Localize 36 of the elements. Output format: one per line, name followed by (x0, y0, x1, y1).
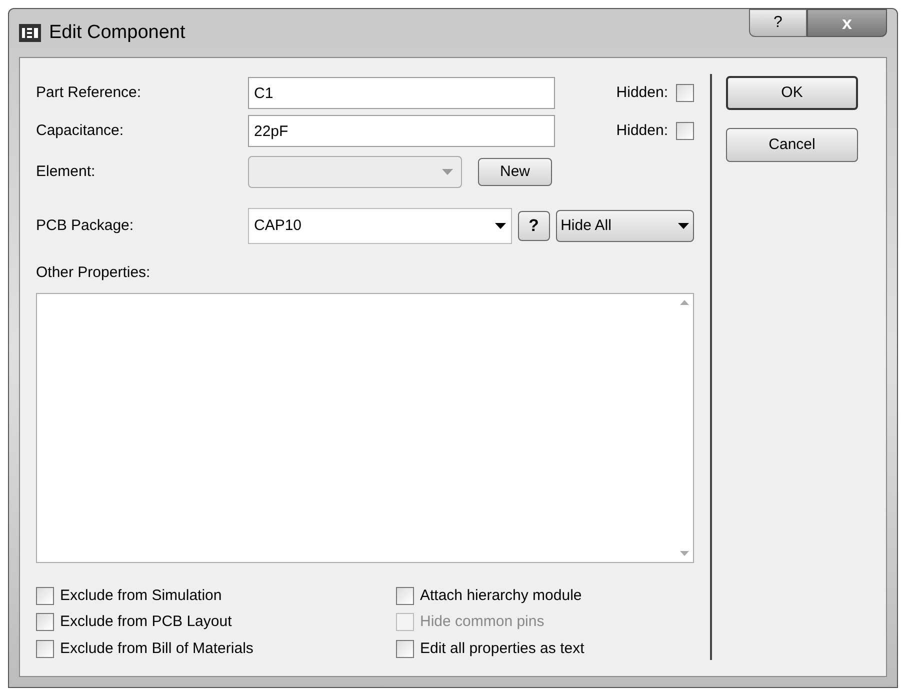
field-label: PCB Package: (36, 216, 135, 236)
hidden-label: Hidden: (616, 82, 668, 103)
other-properties-label: Other Properties: (36, 263, 150, 283)
checkbox-label: Exclude from Simulation (60, 586, 222, 606)
dropdown-value: CAP10 (254, 216, 302, 236)
checkbox[interactable] (396, 640, 414, 658)
visibility-dropdown[interactable]: Hide All (556, 210, 694, 242)
checkbox[interactable] (676, 84, 694, 102)
text-field[interactable]: C1 (248, 77, 555, 109)
cancel-button[interactable]: Cancel (726, 128, 858, 162)
help-button[interactable]: ? (749, 9, 807, 37)
ok-button[interactable]: OK (726, 76, 858, 110)
field-label: Capacitance: (36, 120, 125, 141)
checkbox-label: Attach hierarchy module (420, 586, 582, 606)
text-field[interactable]: 22pF (248, 115, 555, 147)
checkbox[interactable] (36, 640, 54, 658)
help-button[interactable]: ? (518, 211, 550, 241)
scroll-down-icon[interactable] (680, 550, 688, 556)
checkbox[interactable] (676, 122, 694, 140)
checkbox-label: Exclude from Bill of Materials (60, 638, 254, 658)
hidden-label: Hidden: (616, 120, 668, 141)
checkbox-label: Exclude from PCB Layout (60, 612, 232, 632)
scroll-up-icon[interactable] (680, 300, 688, 304)
window-title: Edit Component (49, 20, 186, 45)
package-dropdown[interactable]: CAP10 (248, 208, 512, 244)
app-logo-icon (19, 24, 41, 42)
checkbox-label: Edit all properties as text (420, 638, 584, 658)
dropdown-arrow-icon (678, 223, 689, 229)
field-label: Part Reference: (36, 82, 142, 103)
checkbox[interactable] (36, 613, 54, 632)
dropdown-arrow-icon (494, 223, 506, 229)
checkbox[interactable] (36, 586, 54, 605)
checkbox-label: Hide common pins (420, 612, 544, 632)
checkbox[interactable] (396, 586, 414, 605)
dropdown-arrow-icon (442, 169, 453, 175)
field-label: Element: (36, 162, 96, 182)
